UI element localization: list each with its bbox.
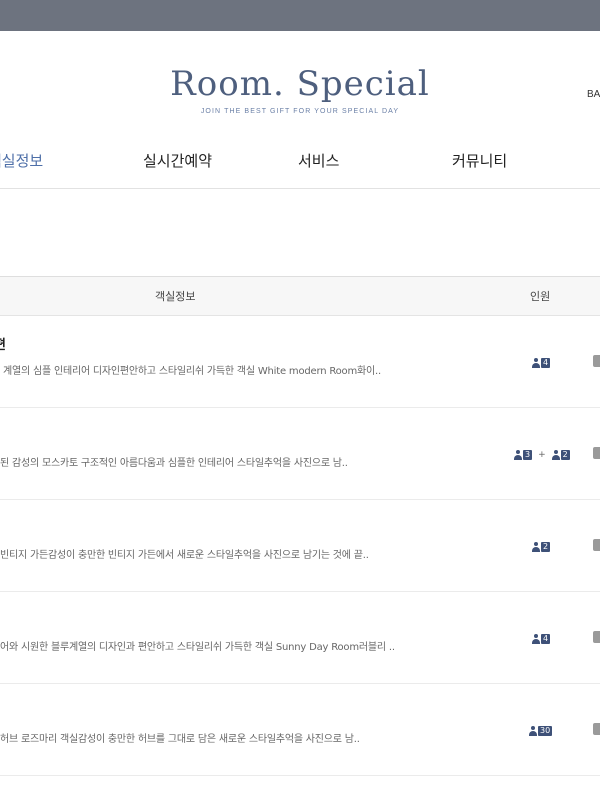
room-title[interactable]: 편 — [0, 334, 6, 353]
person-icon — [532, 634, 540, 644]
person-icon — [532, 542, 540, 552]
capacity-badge: 4 — [541, 634, 551, 644]
room-description: 된 감성의 모스카토 구조적인 아름다움과 심플한 인테리어 스타일추억을 사진… — [0, 458, 348, 469]
nav-community[interactable]: 커뮤니티 — [452, 150, 507, 172]
capacity-badge: 2 — [560, 450, 570, 460]
room-description: 계열의 심플 인테리어 디자인편안하고 스타일리쉬 가득한 객실 White m… — [3, 366, 381, 377]
action-icon[interactable] — [593, 723, 600, 735]
capacity-badge: 4 — [541, 358, 551, 368]
action-icon[interactable] — [593, 539, 600, 551]
person-icon — [551, 450, 560, 460]
action-icon[interactable] — [593, 355, 600, 367]
table-row[interactable]: 허브 로즈마리 객실감성이 충만한 허브를 그대로 담은 새로운 스타일추억을 … — [0, 684, 600, 776]
logo-title: Room. Special — [170, 64, 430, 104]
table-header: 객실정보 인원 — [0, 276, 600, 316]
nav-realtime-booking[interactable]: 실시간예약 — [143, 150, 212, 172]
table-row[interactable]: 어와 시원한 블루계열의 디자인과 편안하고 스타일리쉬 가득한 객실 Sunn… — [0, 592, 600, 684]
nav-room-info[interactable]: 객실정보 — [0, 150, 43, 172]
logo[interactable]: Room. Special — [0, 62, 600, 106]
capacity-indicator: 3 + 2 — [514, 448, 570, 462]
capacity-indicator: 4 — [532, 356, 551, 370]
table-row[interactable]: 된 감성의 모스카토 구조적인 아름다움과 심플한 인테리어 스타일추억을 사진… — [0, 408, 600, 500]
capacity-badge: 2 — [541, 542, 551, 552]
room-description: 빈티지 가든감성이 충만한 빈티지 가든에서 새로운 스타일추억을 사진으로 남… — [0, 550, 369, 561]
capacity-indicator: 2 — [532, 540, 551, 554]
person-icon — [529, 726, 537, 736]
room-description: 어와 시원한 블루계열의 디자인과 편안하고 스타일리쉬 가득한 객실 Sunn… — [0, 642, 395, 653]
capacity-indicator: 4 — [532, 632, 551, 646]
action-icon[interactable] — [593, 447, 600, 459]
capacity-badge: 30 — [538, 726, 553, 736]
header-capacity: 인원 — [530, 290, 551, 303]
capacity-indicator: 30 — [529, 724, 553, 738]
table-row[interactable]: 편 계열의 심플 인테리어 디자인편안하고 스타일리쉬 가득한 객실 White… — [0, 316, 600, 408]
nav-service[interactable]: 서비스 — [298, 150, 339, 172]
person-icon — [514, 450, 522, 460]
capacity-badge: 3 — [523, 450, 533, 460]
header-corner-link[interactable]: BA — [587, 89, 600, 100]
top-bar — [0, 0, 600, 31]
logo-tagline: JOIN THE BEST GIFT FOR YOUR SPECIAL DAY — [200, 108, 400, 115]
header-room-info: 객실정보 — [155, 290, 196, 303]
action-icon[interactable] — [593, 631, 600, 643]
capacity-plus: + — [538, 450, 546, 460]
table-row[interactable]: 빈티지 가든감성이 충만한 빈티지 가든에서 새로운 스타일추억을 사진으로 남… — [0, 500, 600, 592]
nav-divider — [0, 188, 600, 189]
person-icon — [532, 358, 540, 368]
room-description: 허브 로즈마리 객실감성이 충만한 허브를 그대로 담은 새로운 스타일추억을 … — [0, 734, 360, 745]
